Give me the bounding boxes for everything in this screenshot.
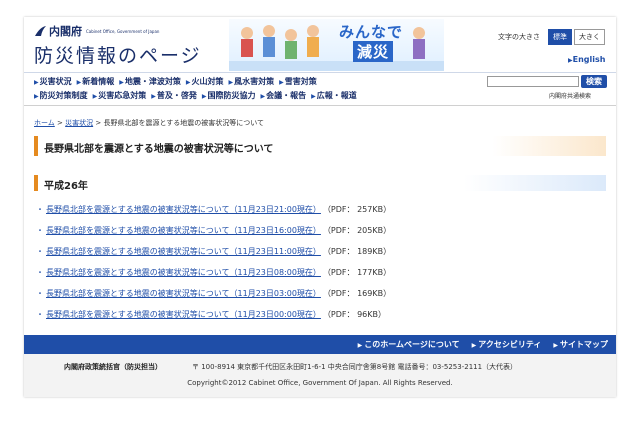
footer-nav: ▶ このホームページについて ▶ アクセシビリティ ▶ サイトマップ <box>24 335 616 354</box>
nav-item-snow[interactable]: ▶雪害対策 <box>279 76 317 87</box>
footer-info: 内閣府政策統括官（防災担当） 〒 100-8914 東京都千代田区永田町1-6-… <box>24 354 616 397</box>
file-size: （PDF： 205KB） <box>326 226 392 235</box>
nav-item-international[interactable]: ▶国際防災協力 <box>202 90 256 101</box>
footer-link-sitemap[interactable]: ▶ サイトマップ <box>553 339 608 350</box>
font-size-large-button[interactable]: 大きく <box>574 29 605 45</box>
banner-gensai: 減災 <box>353 41 394 62</box>
file-size: （PDF： 96KB） <box>326 310 386 319</box>
nav-item-press[interactable]: ▶広報・報道 <box>311 90 357 101</box>
bullet-icon: ・ <box>36 247 44 256</box>
gensai-banner[interactable]: みんなで 減災 <box>229 19 444 71</box>
triangle-right-icon: ▶ <box>553 342 558 349</box>
page: 内閣府 Cabinet Office, Government of Japan … <box>24 17 616 397</box>
file-size: （PDF： 169KB） <box>326 289 392 298</box>
bullet-icon: ・ <box>36 310 44 319</box>
font-size-switcher: 文字の大きさ 標準 大きく <box>498 29 605 45</box>
nav-item-meetings[interactable]: ▶会議・報告 <box>261 90 307 101</box>
site-title: 防災情報のページ <box>34 45 202 67</box>
list-item: ・長野県北部を震源とする地震の被害状況等について（11月23日03:00現在） （… <box>36 288 391 309</box>
nav-item-emergency[interactable]: ▶災害応急対策 <box>93 90 147 101</box>
report-list: ・長野県北部を震源とする地震の被害状況等について（11月23日21:00現在）（… <box>36 204 391 330</box>
triangle-right-icon: ▶ <box>92 93 98 100</box>
list-item: ・長野県北部を震源とする地震の被害状況等について（11月23日00:00現在） （… <box>36 309 391 330</box>
breadcrumb-home-link[interactable]: ホーム <box>34 119 55 127</box>
report-link[interactable]: 長野県北部を震源とする地震の被害状況等について（11月23日16:00現在） <box>46 226 321 235</box>
breadcrumb-disaster-link[interactable]: 災害状況 <box>65 119 93 127</box>
bullet-icon: ・ <box>36 205 44 214</box>
page-title-box: 長野県北部を震源とする地震の被害状況等について <box>34 136 606 156</box>
file-size: （PDF： 189KB） <box>326 247 392 256</box>
triangle-right-icon: ▶ <box>357 342 363 349</box>
main-content: ホーム > 災害状況 > 長野県北部を震源とする地震の被害状況等について 長野県… <box>24 105 616 335</box>
english-link[interactable]: ▶English <box>568 55 605 64</box>
triangle-right-icon: ▶ <box>119 79 124 86</box>
triangle-right-icon: ▶ <box>311 93 316 100</box>
file-size: （PDF： 177KB） <box>326 268 392 277</box>
footer-link-accessibility[interactable]: ▶ アクセシビリティ <box>472 339 542 350</box>
footer-org: 内閣府政策統括官（防災担当） <box>64 363 162 371</box>
nav-item-disaster-status[interactable]: ▶災害状況 <box>34 76 72 87</box>
list-item: ・長野県北部を震源とする地震の被害状況等について（11月23日21:00現在） （… <box>36 204 391 225</box>
breadcrumb-current: 長野県北部を震源とする地震の被害状況等について <box>103 119 265 127</box>
nav-item-whats-new[interactable]: ▶新着情報 <box>77 76 115 87</box>
nav-row-1: ▶災害状況 ▶新着情報 ▶地震・津波対策 ▶火山対策 ▶風水害対策 ▶雪害対策 <box>34 76 322 87</box>
common-search-label: 内閣府共通検索 <box>549 93 592 100</box>
org-name-en: Cabinet Office, Government of Japan <box>86 28 160 34</box>
nav-item-flood[interactable]: ▶風水害対策 <box>229 76 275 87</box>
triangle-right-icon: ▶ <box>34 79 39 86</box>
triangle-right-icon: ▶ <box>471 342 477 349</box>
triangle-right-icon: ▶ <box>34 93 39 100</box>
site-logo[interactable]: 内閣府 Cabinet Office, Government of Japan … <box>34 23 202 68</box>
year-heading: 平成26年 <box>44 181 88 192</box>
triangle-right-icon: ▶ <box>279 79 284 86</box>
footer-link-about[interactable]: ▶ このホームページについて <box>358 339 460 350</box>
people-illustration-icon <box>229 25 444 71</box>
site-header: 内閣府 Cabinet Office, Government of Japan … <box>24 17 616 79</box>
list-item: ・長野県北部を震源とする地震の被害状況等について（11月23日11:00現在） （… <box>36 246 391 267</box>
nav-item-volcano[interactable]: ▶火山対策 <box>186 76 224 87</box>
report-link[interactable]: 長野県北部を震源とする地震の被害状況等について（11月23日03:00現在） <box>46 289 321 298</box>
font-size-standard-button[interactable]: 標準 <box>548 29 572 45</box>
bullet-icon: ・ <box>36 226 44 235</box>
list-item: ・長野県北部を震源とする地震の被害状況等について（11月23日08:00現在） （… <box>36 267 391 288</box>
nav-row-2: ▶防災対策制度 ▶災害応急対策 ▶普及・啓発 ▶国際防災協力 ▶会議・報告 ▶広… <box>34 90 362 101</box>
triangle-right-icon: ▶ <box>76 79 82 86</box>
bullet-icon: ・ <box>36 289 44 298</box>
report-link[interactable]: 長野県北部を震源とする地震の被害状況等について（11月23日11:00現在） <box>46 247 321 256</box>
breadcrumb: ホーム > 災害状況 > 長野県北部を震源とする地震の被害状況等について <box>34 119 265 127</box>
nav-item-system[interactable]: ▶防災対策制度 <box>34 90 88 101</box>
cabinet-office-emblem-icon <box>35 26 46 36</box>
font-size-label: 文字の大きさ <box>498 33 540 41</box>
file-size: （PDF： 257KB） <box>326 205 392 214</box>
nav-item-awareness[interactable]: ▶普及・啓発 <box>151 90 197 101</box>
copyright: Copyright©2012 Cabinet Office, Governmen… <box>187 379 453 387</box>
report-link[interactable]: 長野県北部を震源とする地震の被害状況等について（11月23日08:00現在） <box>46 268 321 277</box>
global-nav: ▶災害状況 ▶新着情報 ▶地震・津波対策 ▶火山対策 ▶風水害対策 ▶雪害対策 … <box>24 72 616 102</box>
bullet-icon: ・ <box>36 268 44 277</box>
list-item: ・長野県北部を震源とする地震の被害状況等について（11月23日16:00現在） （… <box>36 225 391 246</box>
search-button[interactable]: 検索 <box>581 75 607 88</box>
banner-slogan: みんなで <box>339 23 404 41</box>
nav-item-earthquake-tsunami[interactable]: ▶地震・津波対策 <box>119 76 181 87</box>
footer-address: 〒 100-8914 東京都千代田区永田町1-6-1 中央合同庁舎第8号館 電話… <box>192 363 518 371</box>
search-input[interactable] <box>487 76 579 87</box>
org-name: 内閣府 <box>49 25 82 38</box>
report-link[interactable]: 長野県北部を震源とする地震の被害状況等について（11月23日21:00現在） <box>46 205 321 214</box>
triangle-right-icon: ▶ <box>260 93 266 100</box>
triangle-right-icon: ▶ <box>151 93 156 100</box>
triangle-right-icon: ▶ <box>228 79 234 86</box>
triangle-right-icon: ▶ <box>201 93 207 100</box>
year-heading-box: 平成26年 <box>34 175 606 192</box>
report-link[interactable]: 長野県北部を震源とする地震の被害状況等について（11月23日00:00現在） <box>46 310 321 319</box>
triangle-right-icon: ▶ <box>185 79 191 86</box>
page-title: 長野県北部を震源とする地震の被害状況等について <box>44 144 274 155</box>
